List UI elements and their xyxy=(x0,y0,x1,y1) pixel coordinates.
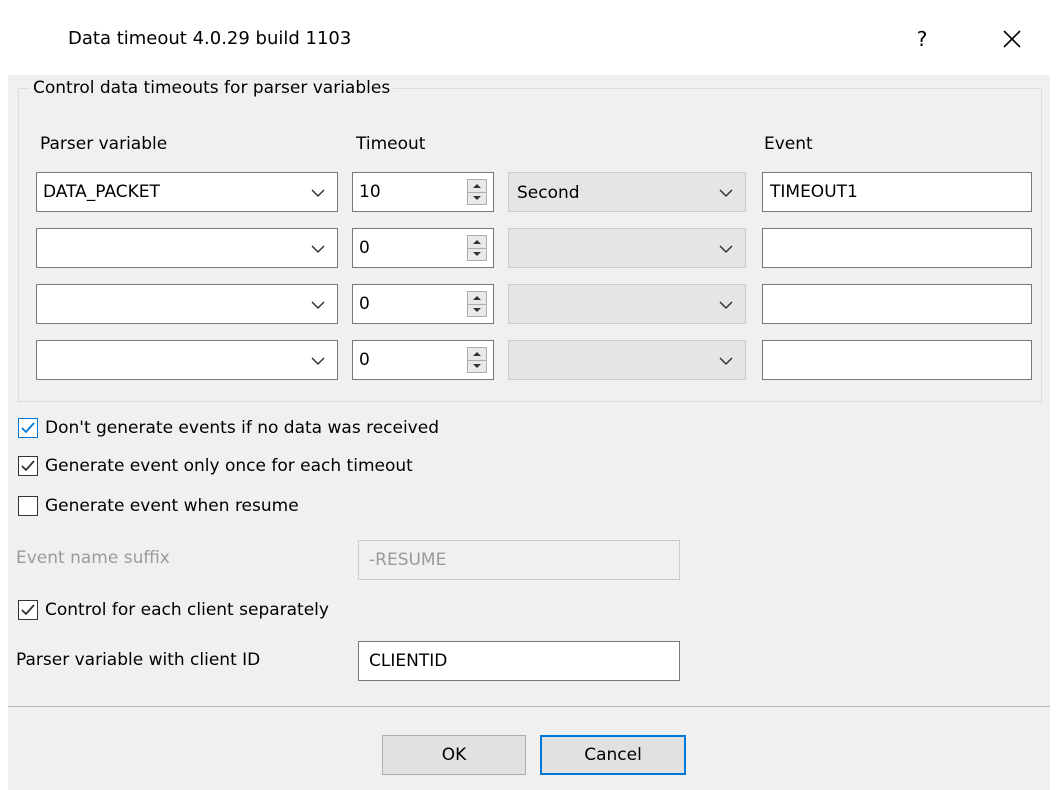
help-button[interactable]: ? xyxy=(902,24,942,54)
client-id-label: Parser variable with client ID xyxy=(16,650,261,670)
event-field-1[interactable]: TIMEOUT1 xyxy=(762,172,1032,212)
timeout-unit-combo-4[interactable] xyxy=(508,340,746,380)
timeout-spinner-3[interactable] xyxy=(467,291,487,317)
option-once-per-timeout-label: Generate event only once for each timeou… xyxy=(45,456,413,476)
parser-variable-value-1: DATA_PACKET xyxy=(43,182,160,202)
parser-variable-combo-4[interactable] xyxy=(36,340,338,380)
timeout-field-1[interactable]: 10 xyxy=(352,172,494,212)
button-separator xyxy=(8,706,1050,707)
timeout-value-3: 0 xyxy=(359,294,370,314)
option-event-on-resume-label: Generate event when resume xyxy=(45,496,299,516)
chevron-down-icon xyxy=(719,245,733,254)
timeout-field-2[interactable]: 0 xyxy=(352,228,494,268)
group-label: Control data timeouts for parser variabl… xyxy=(30,78,394,98)
event-value-1: TIMEOUT1 xyxy=(770,182,858,202)
timeout-value-2: 0 xyxy=(359,238,370,258)
parser-variable-combo-3[interactable] xyxy=(36,284,338,324)
timeout-field-4[interactable]: 0 xyxy=(352,340,494,380)
event-suffix-label: Event name suffix xyxy=(16,548,170,568)
timeout-value-4: 0 xyxy=(359,350,370,370)
timeout-spinner-1[interactable] xyxy=(467,179,487,205)
col-timeout: Timeout xyxy=(356,134,426,154)
spin-down-icon[interactable] xyxy=(468,360,486,372)
client-id-value: CLIENTID xyxy=(369,651,448,671)
option-per-client-label: Control for each client separately xyxy=(45,600,329,620)
option-event-on-resume[interactable]: Generate event when resume xyxy=(18,496,299,516)
event-field-2[interactable] xyxy=(762,228,1032,268)
chevron-down-icon xyxy=(311,301,325,310)
event-suffix-field[interactable]: -RESUME xyxy=(358,540,680,580)
timeout-spinner-4[interactable] xyxy=(467,347,487,373)
event-field-3[interactable] xyxy=(762,284,1032,324)
chevron-down-icon xyxy=(311,189,325,198)
close-button[interactable] xyxy=(990,22,1034,56)
chevron-down-icon xyxy=(311,357,325,366)
timeout-spinner-2[interactable] xyxy=(467,235,487,261)
parser-variable-combo-2[interactable] xyxy=(36,228,338,268)
col-event: Event xyxy=(764,134,813,154)
event-suffix-value: -RESUME xyxy=(369,550,447,570)
ok-button[interactable]: OK xyxy=(382,735,526,775)
checkbox-once-per-timeout[interactable] xyxy=(18,456,38,476)
timeout-field-3[interactable]: 0 xyxy=(352,284,494,324)
checkbox-no-data-events[interactable] xyxy=(18,418,38,438)
timeout-unit-value-1: Second xyxy=(517,183,580,203)
chevron-down-icon xyxy=(719,189,733,198)
option-per-client[interactable]: Control for each client separately xyxy=(18,600,329,620)
checkmark-icon xyxy=(21,460,35,472)
timeout-value-1: 10 xyxy=(359,182,381,202)
option-once-per-timeout[interactable]: Generate event only once for each timeou… xyxy=(18,456,413,476)
event-field-4[interactable] xyxy=(762,340,1032,380)
option-no-data-events-label: Don't generate events if no data was rec… xyxy=(45,418,439,438)
checkbox-event-on-resume[interactable] xyxy=(18,496,38,516)
timeout-unit-combo-1[interactable]: Second xyxy=(508,172,746,212)
chevron-down-icon xyxy=(719,301,733,310)
checkmark-icon xyxy=(21,604,35,616)
spin-down-icon[interactable] xyxy=(468,304,486,316)
checkbox-per-client[interactable] xyxy=(18,600,38,620)
close-icon xyxy=(1003,30,1021,48)
chevron-down-icon xyxy=(719,357,733,366)
chevron-down-icon xyxy=(311,245,325,254)
option-no-data-events[interactable]: Don't generate events if no data was rec… xyxy=(18,418,439,438)
timeout-unit-combo-2[interactable] xyxy=(508,228,746,268)
spin-down-icon[interactable] xyxy=(468,248,486,260)
col-parser-variable: Parser variable xyxy=(40,134,168,154)
spin-down-icon[interactable] xyxy=(468,192,486,204)
cancel-button[interactable]: Cancel xyxy=(540,735,686,775)
window-title: Data timeout 4.0.29 build 1103 xyxy=(68,28,352,49)
client-id-field[interactable]: CLIENTID xyxy=(358,641,680,681)
checkmark-icon xyxy=(21,422,35,434)
timeout-unit-combo-3[interactable] xyxy=(508,284,746,324)
parser-variable-combo-1[interactable]: DATA_PACKET xyxy=(36,172,338,212)
